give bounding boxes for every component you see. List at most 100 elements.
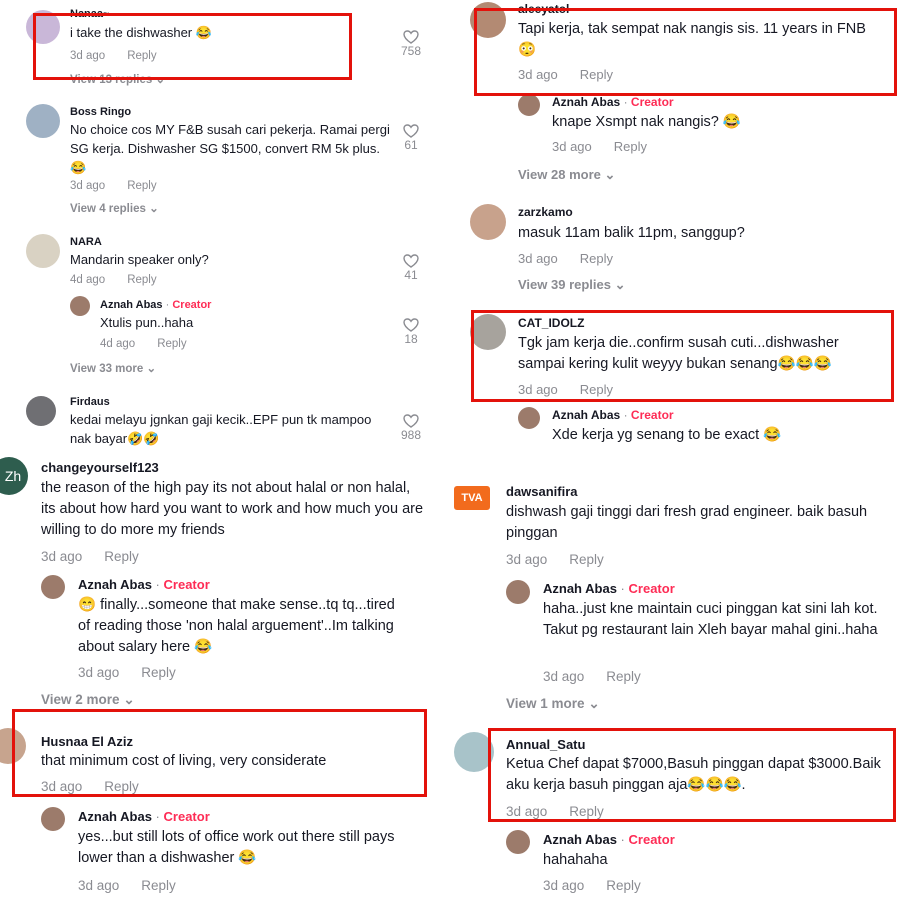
reply-username[interactable]: Aznah Abas · Creator — [78, 809, 210, 824]
avatar[interactable]: Zh — [0, 457, 28, 495]
comment-text: Ketua Chef dapat $7000,Basuh pinggan dap… — [506, 756, 881, 794]
reply-text: knape Xsmpt nak nangis? 😂 — [552, 114, 741, 130]
like-button[interactable]: 61 — [396, 124, 426, 152]
reply-text: Xde kerja yg senang to be exact 😂 — [552, 427, 782, 443]
avatar[interactable] — [470, 314, 506, 350]
comment-username[interactable]: changeyourself123 — [41, 460, 159, 475]
comment-username[interactable]: NARA — [70, 236, 102, 248]
view-replies-label: View 13 replies — [70, 74, 153, 86]
reply-text: 😁 finally...someone that make sense..tq … — [78, 597, 395, 656]
reply-button[interactable]: Reply — [580, 67, 613, 82]
reply-button[interactable]: Reply — [606, 878, 641, 893]
creator-avatar[interactable] — [518, 407, 540, 429]
like-count: 61 — [404, 138, 418, 152]
creator-avatar[interactable] — [70, 296, 90, 316]
avatar[interactable]: TVA — [454, 486, 490, 510]
avatar[interactable] — [26, 104, 60, 138]
comment-username[interactable]: Annual_Satu — [506, 737, 585, 752]
reply-username[interactable]: Aznah Abas · Creator — [543, 832, 675, 847]
comment-text: kedai melayu jgnkan gaji kecik..EPF pun … — [70, 412, 372, 446]
reply-text: hahahaha — [543, 852, 608, 868]
reply-username[interactable]: Aznah Abas · Creator — [78, 577, 210, 592]
creator-badge: Creator — [630, 95, 674, 109]
chevron-down-icon: ⌄ — [146, 363, 157, 375]
reply-button[interactable]: Reply — [614, 139, 647, 154]
reply-button[interactable]: Reply — [141, 665, 176, 680]
reply-username[interactable]: Aznah Abas · Creator — [100, 299, 211, 311]
reply-username[interactable]: Aznah Abas · Creator — [552, 408, 674, 422]
reply-button[interactable]: Reply — [606, 669, 641, 684]
view-replies-button[interactable]: View 39 replies ⌄ — [518, 277, 626, 293]
avatar-initials: Zh — [4, 468, 22, 484]
avatar[interactable] — [470, 2, 506, 38]
panel-top-left: Nanaa~ i take the dishwasher 😂 3d ago Rep… — [0, 0, 440, 448]
comment-text: the reason of the high pay its not about… — [41, 480, 424, 539]
comment-time: 4d ago — [70, 274, 106, 286]
creator-badge: Creator — [630, 408, 674, 422]
reply-button[interactable]: Reply — [580, 382, 613, 397]
reply-button[interactable]: Reply — [569, 552, 604, 567]
avatar[interactable] — [470, 204, 506, 240]
comment-username[interactable]: aleeyatol — [518, 2, 569, 16]
comment-text: Tgk jam kerja die..confirm susah cuti...… — [518, 335, 839, 373]
reply-button[interactable]: Reply — [580, 251, 613, 266]
view-more-label: View 33 more — [70, 363, 144, 375]
comment-time: 3d ago — [518, 67, 558, 82]
comment-username[interactable]: CAT_IDOLZ — [518, 316, 584, 330]
view-replies-button[interactable]: View 4 replies ⌄ — [70, 201, 159, 215]
reply-button[interactable]: Reply — [104, 779, 139, 794]
creator-avatar[interactable] — [518, 94, 540, 116]
reply-button[interactable]: Reply — [104, 549, 139, 564]
avatar[interactable] — [454, 732, 494, 772]
reply-time: 3d ago — [78, 665, 120, 680]
reply-meta: 3d ago Reply — [543, 669, 663, 684]
like-button[interactable]: 758 — [396, 30, 426, 58]
like-button[interactable]: 988 — [396, 414, 426, 442]
comment-username[interactable]: Boss Ringo — [70, 106, 131, 118]
reply-button[interactable]: Reply — [127, 274, 156, 286]
reply-button[interactable]: Reply — [569, 804, 604, 819]
reply-time: 3d ago — [78, 878, 120, 893]
comment-nara: NARA Mandarin speaker only? 4d ago Reply … — [0, 230, 440, 390]
view-more-button[interactable]: View 28 more ⌄ — [518, 167, 615, 183]
reply-button[interactable]: Reply — [157, 338, 186, 350]
reply-text: yes...but still lots of office work out … — [78, 829, 395, 867]
view-more-button[interactable]: View 2 more ⌄ — [41, 692, 135, 708]
view-more-button[interactable]: View 1 more ⌄ — [506, 696, 600, 712]
comment-username[interactable]: Firdaus — [70, 396, 110, 408]
view-more-button[interactable]: View 33 more ⌄ — [70, 361, 156, 375]
reply-username[interactable]: Aznah Abas · Creator — [552, 95, 674, 109]
comment-text: Tapi kerja, tak sempat nak nangis sis. 1… — [518, 21, 866, 59]
chevron-down-icon: ⌄ — [149, 203, 159, 215]
avatar[interactable] — [26, 396, 56, 426]
creator-avatar[interactable] — [506, 580, 530, 604]
comment-username[interactable]: dawsanifira — [506, 484, 578, 499]
avatar[interactable] — [26, 234, 60, 268]
comment-username[interactable]: Husnaa El Aziz — [41, 734, 133, 749]
like-button[interactable]: 18 — [396, 318, 426, 346]
creator-avatar[interactable] — [506, 830, 530, 854]
reply-username[interactable]: Aznah Abas · Creator — [543, 581, 675, 596]
comment-annual-satu: Annual_Satu Ketua Chef dapat $7000,Basuh… — [440, 728, 908, 824]
comment-username[interactable]: zarzkamo — [518, 205, 573, 219]
avatar[interactable] — [26, 10, 60, 44]
creator-avatar[interactable] — [41, 575, 65, 599]
comment-aleeyatol: aleeyatol Tapi kerja, tak sempat nak nan… — [452, 0, 908, 116]
comment-time: 3d ago — [41, 549, 83, 564]
reply-time: 3d ago — [552, 139, 592, 154]
reply-button[interactable]: Reply — [127, 50, 156, 62]
reply-time: 3d ago — [543, 669, 585, 684]
creator-avatar[interactable] — [41, 807, 65, 831]
reply-button[interactable]: Reply — [127, 180, 156, 192]
comment-meta: 3d ago Reply — [518, 382, 635, 397]
comment-time: 3d ago — [70, 180, 106, 192]
comment-time: 3d ago — [506, 552, 548, 567]
reply-button[interactable]: Reply — [141, 878, 176, 893]
avatar[interactable] — [0, 728, 26, 764]
creator-badge: Creator — [628, 581, 675, 596]
comment-username[interactable]: Nanaa~ — [70, 8, 109, 20]
like-button[interactable]: 41 — [396, 254, 426, 282]
reply-time: 3d ago — [543, 878, 585, 893]
view-replies-button[interactable]: View 13 replies ⌄ — [70, 72, 165, 86]
heart-outline-icon — [403, 318, 419, 332]
